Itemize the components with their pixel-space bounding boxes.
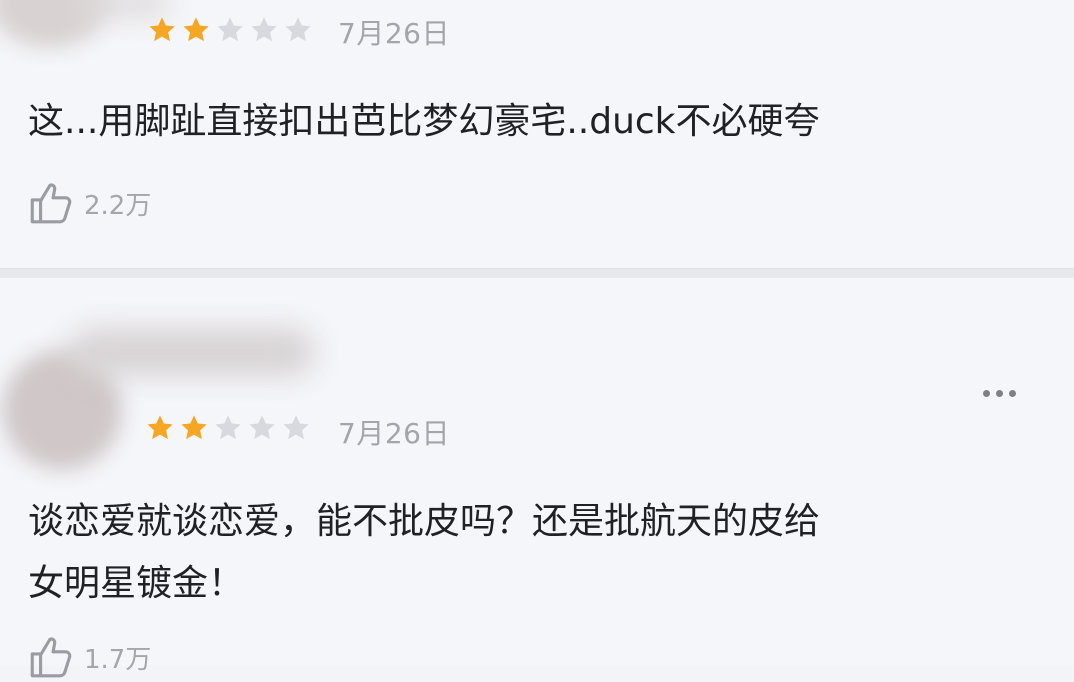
review-card: 7月26日 这...用脚趾直接扣出芭比梦幻豪宅..duck不必硬夸 2.2万 [0, 0, 1074, 268]
like-button[interactable]: 1.7万 [26, 632, 151, 682]
username-obscured [70, 328, 315, 376]
more-options-button[interactable] [983, 390, 1016, 397]
review-text: 这...用脚趾直接扣出芭比梦幻豪宅..duck不必硬夸 [28, 101, 820, 142]
star-empty-icon [249, 415, 275, 440]
more-options-icon-dot [996, 390, 1003, 397]
like-count: 1.7万 [84, 644, 152, 675]
star-filled-icon [183, 17, 209, 42]
star-empty-icon [283, 415, 309, 440]
like-count: 2.2万 [84, 190, 152, 221]
thumbs-up-icon [30, 183, 72, 224]
star-empty-icon [285, 17, 311, 42]
thumbs-up-icon [30, 637, 72, 678]
star-filled-icon [181, 415, 207, 440]
more-options-icon-dot [1009, 390, 1016, 397]
star-filled-icon [147, 415, 173, 440]
star-empty-icon [215, 415, 241, 440]
review-text-line-1: 谈恋爱就谈恋爱，能不批皮吗？还是批航天的皮给 [28, 501, 821, 542]
rating-stars [146, 14, 314, 46]
more-options-icon [983, 390, 990, 397]
review-text-line-2: 女明星镀金！ [28, 563, 245, 604]
rating-stars [144, 412, 312, 444]
star-empty-icon [251, 17, 277, 42]
like-button[interactable]: 2.2万 [26, 178, 151, 228]
star-empty-icon [217, 17, 243, 42]
review-date: 7月26日 [338, 17, 450, 50]
review-date: 7月26日 [338, 417, 450, 450]
review-card: 7月26日 谈恋爱就谈恋爱，能不批皮吗？还是批航天的皮给 女明星镀金！ 1.7万 [0, 278, 1074, 678]
star-filled-icon [149, 17, 175, 42]
